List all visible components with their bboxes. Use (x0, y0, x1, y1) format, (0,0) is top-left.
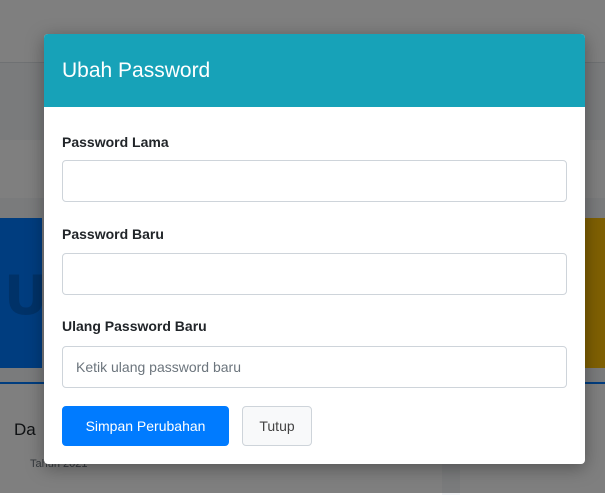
confirm-password-label: Ulang Password Baru (62, 318, 207, 334)
confirm-password-input[interactable] (62, 346, 567, 388)
close-button[interactable]: Tutup (242, 406, 312, 446)
save-changes-button[interactable]: Simpan Perubahan (62, 406, 229, 446)
new-password-label: Password Baru (62, 226, 164, 242)
new-password-input[interactable] (62, 253, 567, 295)
modal-header: Ubah Password (44, 34, 585, 107)
modal-title: Ubah Password (62, 58, 211, 82)
change-password-modal: Ubah Password Password Lama Password Bar… (44, 34, 585, 464)
old-password-input[interactable] (62, 160, 567, 202)
old-password-label: Password Lama (62, 134, 169, 150)
